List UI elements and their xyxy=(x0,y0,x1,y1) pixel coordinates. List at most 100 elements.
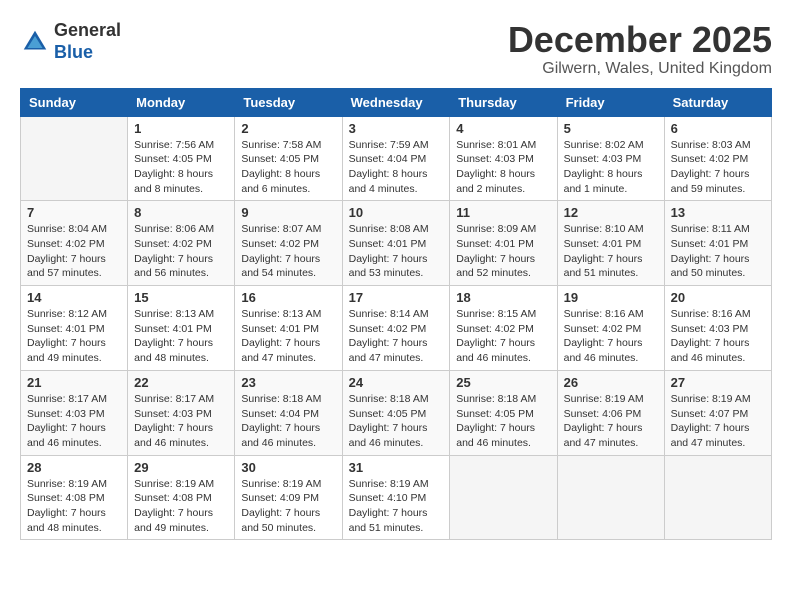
day-number: 16 xyxy=(241,290,335,305)
calendar-cell: 16 Sunrise: 8:13 AM Sunset: 4:01 PM Dayli… xyxy=(235,286,342,371)
calendar-cell: 12 Sunrise: 8:10 AM Sunset: 4:01 PM Dayli… xyxy=(557,201,664,286)
day-number: 28 xyxy=(27,460,121,475)
calendar-cell: 17 Sunrise: 8:14 AM Sunset: 4:02 PM Dayli… xyxy=(342,286,450,371)
calendar-cell: 8 Sunrise: 8:06 AM Sunset: 4:02 PM Daylig… xyxy=(128,201,235,286)
calendar-cell: 13Sunrise: 8:11 AM Sunset: 4:01 PM Dayli… xyxy=(664,201,771,286)
day-info: Sunrise: 8:06 AM Sunset: 4:02 PM Dayligh… xyxy=(134,222,228,281)
logo: General Blue xyxy=(20,20,121,63)
calendar-cell: 15 Sunrise: 8:13 AM Sunset: 4:01 PM Dayli… xyxy=(128,286,235,371)
day-number: 15 xyxy=(134,290,228,305)
day-number: 20 xyxy=(671,290,765,305)
day-info: Sunrise: 8:01 AM Sunset: 4:03 PM Dayligh… xyxy=(456,138,550,197)
calendar-cell: 5 Sunrise: 8:02 AM Sunset: 4:03 PM Daylig… xyxy=(557,116,664,201)
day-info: Sunrise: 8:18 AM Sunset: 4:05 PM Dayligh… xyxy=(456,392,550,451)
day-number: 10 xyxy=(349,205,444,220)
day-info: Sunrise: 8:19 AM Sunset: 4:07 PM Dayligh… xyxy=(671,392,765,451)
day-number: 31 xyxy=(349,460,444,475)
logo-text: General Blue xyxy=(54,20,121,63)
day-number: 8 xyxy=(134,205,228,220)
calendar-cell xyxy=(450,455,557,540)
calendar-cell: 20 Sunrise: 8:16 AM Sunset: 4:03 PM Dayli… xyxy=(664,286,771,371)
weekday-header: Friday xyxy=(557,88,664,116)
day-info: Sunrise: 8:17 AM Sunset: 4:03 PM Dayligh… xyxy=(27,392,121,451)
page-header: General Blue December 2025 Gilwern, Wale… xyxy=(20,20,772,78)
day-info: Sunrise: 8:19 AM Sunset: 4:09 PM Dayligh… xyxy=(241,477,335,536)
day-info: Sunrise: 7:59 AM Sunset: 4:04 PM Dayligh… xyxy=(349,138,444,197)
calendar-cell: 30 Sunrise: 8:19 AM Sunset: 4:09 PM Dayli… xyxy=(235,455,342,540)
day-info: Sunrise: 8:02 AM Sunset: 4:03 PM Dayligh… xyxy=(564,138,658,197)
day-info: Sunrise: 8:18 AM Sunset: 4:05 PM Dayligh… xyxy=(349,392,444,451)
day-info: Sunrise: 8:11 AM Sunset: 4:01 PM Dayligh… xyxy=(671,222,765,281)
day-info: Sunrise: 8:03 AM Sunset: 4:02 PM Dayligh… xyxy=(671,138,765,197)
day-info: Sunrise: 8:07 AM Sunset: 4:02 PM Dayligh… xyxy=(241,222,335,281)
calendar-cell: 22 Sunrise: 8:17 AM Sunset: 4:03 PM Dayli… xyxy=(128,370,235,455)
day-number: 18 xyxy=(456,290,550,305)
day-number: 6 xyxy=(671,121,765,136)
day-number: 24 xyxy=(349,375,444,390)
day-info: Sunrise: 8:13 AM Sunset: 4:01 PM Dayligh… xyxy=(134,307,228,366)
day-info: Sunrise: 8:19 AM Sunset: 4:06 PM Dayligh… xyxy=(564,392,658,451)
day-info: Sunrise: 8:08 AM Sunset: 4:01 PM Dayligh… xyxy=(349,222,444,281)
weekday-header: Tuesday xyxy=(235,88,342,116)
location: Gilwern, Wales, United Kingdom xyxy=(508,60,772,78)
logo-icon xyxy=(20,27,50,57)
calendar-cell: 10 Sunrise: 8:08 AM Sunset: 4:01 PM Dayli… xyxy=(342,201,450,286)
day-info: Sunrise: 8:04 AM Sunset: 4:02 PM Dayligh… xyxy=(27,222,121,281)
calendar-header-row: SundayMondayTuesdayWednesdayThursdayFrid… xyxy=(21,88,772,116)
day-info: Sunrise: 8:13 AM Sunset: 4:01 PM Dayligh… xyxy=(241,307,335,366)
calendar-cell: 3 Sunrise: 7:59 AM Sunset: 4:04 PM Daylig… xyxy=(342,116,450,201)
calendar-week-row: 1Sunrise: 7:56 AM Sunset: 4:05 PM Daylig… xyxy=(21,116,772,201)
day-info: Sunrise: 8:19 AM Sunset: 4:08 PM Dayligh… xyxy=(134,477,228,536)
calendar-cell xyxy=(21,116,128,201)
day-info: Sunrise: 8:16 AM Sunset: 4:02 PM Dayligh… xyxy=(564,307,658,366)
weekday-header: Monday xyxy=(128,88,235,116)
day-number: 5 xyxy=(564,121,658,136)
weekday-header: Saturday xyxy=(664,88,771,116)
calendar-week-row: 7 Sunrise: 8:04 AM Sunset: 4:02 PM Daylig… xyxy=(21,201,772,286)
day-number: 26 xyxy=(564,375,658,390)
day-info: Sunrise: 8:18 AM Sunset: 4:04 PM Dayligh… xyxy=(241,392,335,451)
weekday-header: Wednesday xyxy=(342,88,450,116)
calendar-cell: 7 Sunrise: 8:04 AM Sunset: 4:02 PM Daylig… xyxy=(21,201,128,286)
calendar-week-row: 28 Sunrise: 8:19 AM Sunset: 4:08 PM Dayli… xyxy=(21,455,772,540)
calendar-cell: 6 Sunrise: 8:03 AM Sunset: 4:02 PM Daylig… xyxy=(664,116,771,201)
day-info: Sunrise: 8:12 AM Sunset: 4:01 PM Dayligh… xyxy=(27,307,121,366)
day-number: 9 xyxy=(241,205,335,220)
day-number: 17 xyxy=(349,290,444,305)
calendar-cell: 31 Sunrise: 8:19 AM Sunset: 4:10 PM Dayli… xyxy=(342,455,450,540)
day-info: Sunrise: 8:15 AM Sunset: 4:02 PM Dayligh… xyxy=(456,307,550,366)
day-number: 4 xyxy=(456,121,550,136)
calendar-cell: 27 Sunrise: 8:19 AM Sunset: 4:07 PM Dayli… xyxy=(664,370,771,455)
calendar-table: SundayMondayTuesdayWednesdayThursdayFrid… xyxy=(20,88,772,541)
title-area: December 2025 Gilwern, Wales, United Kin… xyxy=(508,20,772,78)
day-number: 11 xyxy=(456,205,550,220)
calendar-cell: 2Sunrise: 7:58 AM Sunset: 4:05 PM Daylig… xyxy=(235,116,342,201)
calendar-cell xyxy=(557,455,664,540)
day-info: Sunrise: 8:10 AM Sunset: 4:01 PM Dayligh… xyxy=(564,222,658,281)
day-number: 14 xyxy=(27,290,121,305)
day-number: 30 xyxy=(241,460,335,475)
day-number: 29 xyxy=(134,460,228,475)
calendar-cell: 9 Sunrise: 8:07 AM Sunset: 4:02 PM Daylig… xyxy=(235,201,342,286)
calendar-cell: 11 Sunrise: 8:09 AM Sunset: 4:01 PM Dayli… xyxy=(450,201,557,286)
day-number: 3 xyxy=(349,121,444,136)
calendar-cell: 25Sunrise: 8:18 AM Sunset: 4:05 PM Dayli… xyxy=(450,370,557,455)
day-number: 12 xyxy=(564,205,658,220)
day-info: Sunrise: 8:09 AM Sunset: 4:01 PM Dayligh… xyxy=(456,222,550,281)
day-info: Sunrise: 8:16 AM Sunset: 4:03 PM Dayligh… xyxy=(671,307,765,366)
day-number: 22 xyxy=(134,375,228,390)
weekday-header: Thursday xyxy=(450,88,557,116)
calendar-cell: 23 Sunrise: 8:18 AM Sunset: 4:04 PM Dayli… xyxy=(235,370,342,455)
day-info: Sunrise: 8:19 AM Sunset: 4:08 PM Dayligh… xyxy=(27,477,121,536)
day-number: 21 xyxy=(27,375,121,390)
day-number: 23 xyxy=(241,375,335,390)
day-number: 7 xyxy=(27,205,121,220)
day-info: Sunrise: 8:19 AM Sunset: 4:10 PM Dayligh… xyxy=(349,477,444,536)
day-info: Sunrise: 8:14 AM Sunset: 4:02 PM Dayligh… xyxy=(349,307,444,366)
weekday-header: Sunday xyxy=(21,88,128,116)
calendar-cell: 24 Sunrise: 8:18 AM Sunset: 4:05 PM Dayli… xyxy=(342,370,450,455)
day-number: 27 xyxy=(671,375,765,390)
calendar-cell: 18 Sunrise: 8:15 AM Sunset: 4:02 PM Dayli… xyxy=(450,286,557,371)
calendar-week-row: 21 Sunrise: 8:17 AM Sunset: 4:03 PM Dayli… xyxy=(21,370,772,455)
day-info: Sunrise: 8:17 AM Sunset: 4:03 PM Dayligh… xyxy=(134,392,228,451)
